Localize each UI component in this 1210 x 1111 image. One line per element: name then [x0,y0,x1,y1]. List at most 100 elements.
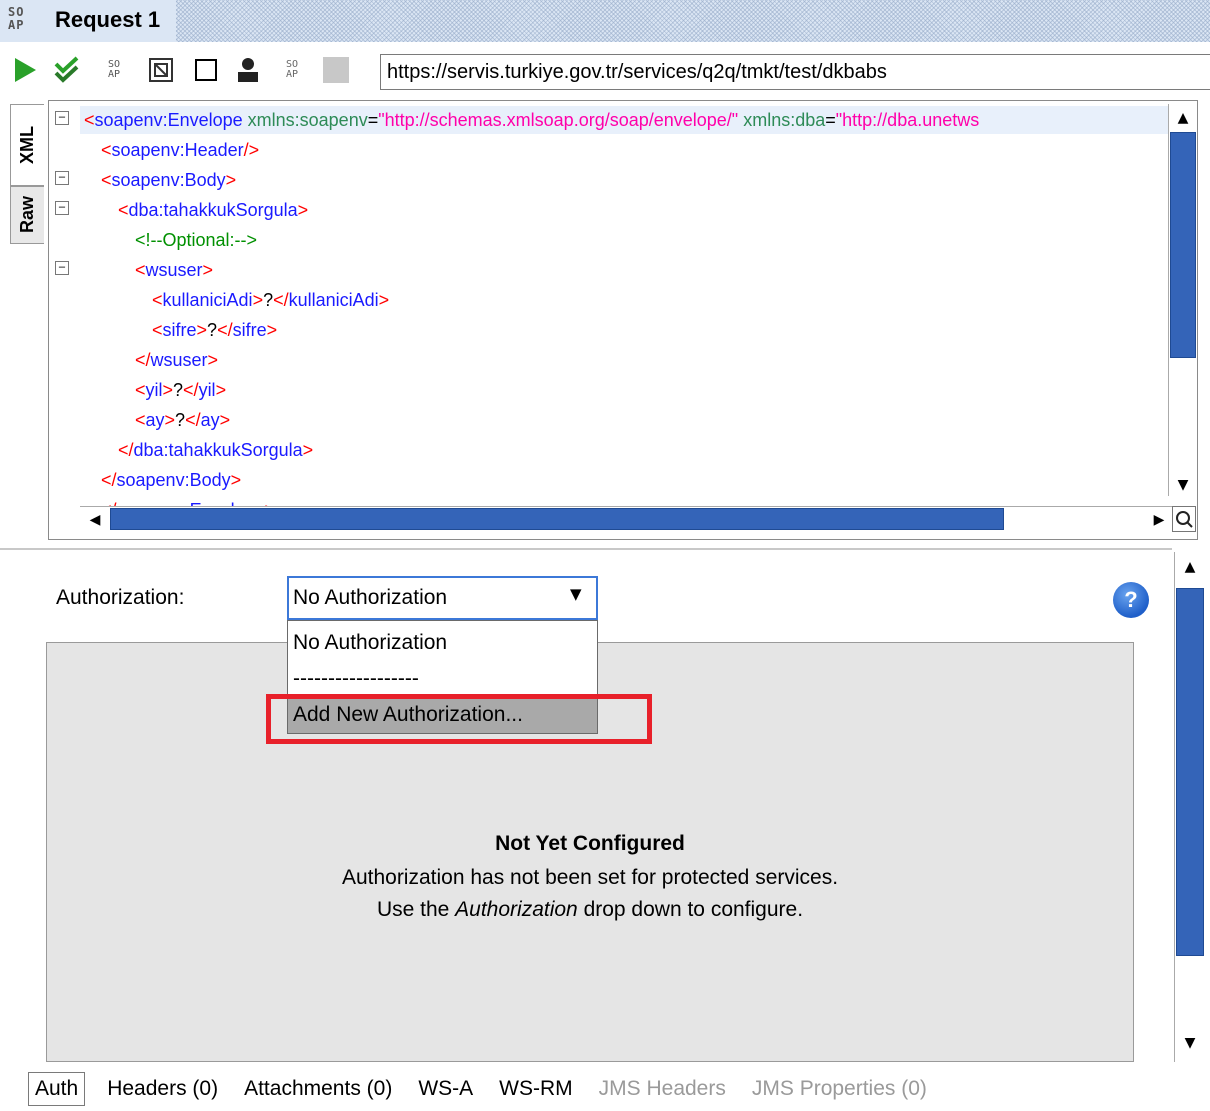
code-token: yil [145,380,163,400]
tab-xml[interactable]: XML [10,104,44,186]
code-line: </soapenv:Body> [101,465,241,495]
code-token: wsuser [145,260,203,280]
endpoint-url-field[interactable]: https://servis.turkiye.gov.tr/services/q… [380,54,1210,90]
code-token: dba:tahakkukSorgula [133,440,303,460]
code-token: ? [175,410,186,430]
code-token: > [164,410,176,430]
code-token: </ [183,380,199,400]
code-line: <dba:tahakkukSorgula> [118,195,308,225]
zoom-icon[interactable] [1172,506,1196,532]
fold-toggle-body[interactable]: − [55,171,69,185]
auth-vscroll-thumb[interactable] [1176,588,1204,956]
chevron-down-icon[interactable]: ▼ [570,585,590,605]
code-token: > [162,380,174,400]
code-token: </ [273,290,289,310]
tab-headers[interactable]: Headers (0) [107,1077,218,1101]
splitter[interactable] [0,548,1172,550]
format-icon[interactable] [146,56,176,84]
scroll-down-icon[interactable]: ▼ [1177,1030,1203,1056]
scroll-down-icon[interactable]: ▼ [1170,472,1196,498]
code-token: <!--Optional:--> [135,230,258,250]
code-token: soapenv:Header [111,140,244,160]
code-token: > [202,260,214,280]
code-line: </soapenv:Envelope> [101,495,275,506]
code-token: "http://dba.unetws [835,110,980,130]
tab-ws-rm[interactable]: WS-RM [499,1077,572,1101]
code-line: <!--Optional:--> [135,225,257,255]
code-token: </ [101,470,117,490]
hint-pre: Use the [376,898,456,921]
scroll-left-icon[interactable]: ◀ [82,507,108,533]
tab-raw[interactable]: Raw [10,186,44,244]
code-token: ? [173,380,184,400]
editor-vscroll-thumb[interactable] [1170,132,1196,358]
code-token: sifre [162,320,197,340]
code-token: < [118,200,129,220]
code-token: < [101,170,112,190]
tab-raw-label: Raw [17,196,37,234]
code-token: = [825,110,836,130]
code-line: </wsuser> [135,345,218,375]
code-token: dba:tahakkukSorgula [128,200,298,220]
code-token: < [135,260,146,280]
user-icon[interactable] [234,56,262,84]
code-token: > [297,200,309,220]
code-token: ay [145,410,165,430]
scroll-up-icon[interactable]: ▲ [1177,554,1203,580]
code-line: <ay>?</ay> [135,405,230,435]
code-token: "http://schemas.xmlsoap.org/soap/envelop… [378,110,739,130]
run-all-icon[interactable] [52,56,82,84]
code-token: soapenv:Body [111,170,226,190]
code-token: wsuser [150,350,208,370]
code-token: < [152,320,163,340]
code-token: ? [207,320,218,340]
scroll-up-icon[interactable]: ▲ [1170,105,1196,131]
authorization-select[interactable]: No Authorization [287,576,598,620]
code-token: kullaniciAdi [162,290,253,310]
code-token: xmlns:dba [738,110,826,130]
fold-toggle-envelope[interactable]: − [55,111,69,125]
dropdown-option-no-auth[interactable]: No Authorization [288,625,597,661]
tab-auth[interactable]: Auth [28,1072,86,1106]
window-title: Request 1 [55,7,161,32]
code-token: sifre [232,320,267,340]
code-token: /> [243,140,260,160]
bottom-tab-bar: Auth Headers (0) Attachments (0) WS-A WS… [28,1068,953,1110]
code-token: < [135,380,146,400]
soap-logo-icon: SO AP [8,5,25,32]
not-configured-hint: Use the Authorization drop down to confi… [0,898,1180,922]
code-line: </dba:tahakkukSorgula> [118,435,313,465]
stop-icon[interactable] [192,56,220,84]
code-token: < [101,140,112,160]
scroll-right-icon[interactable]: ▶ [1146,507,1172,533]
tab-ws-a[interactable]: WS-A [418,1077,473,1101]
play-icon[interactable] [10,56,40,84]
code-token: > [215,380,227,400]
fold-toggle-wsuser[interactable]: − [55,261,69,275]
tab-jms-headers: JMS Headers [598,1077,726,1100]
code-token: soapenv:Body [116,470,231,490]
code-token: </ [185,410,201,430]
code-token: > [219,410,231,430]
code-line: <yil>?</yil> [135,375,226,405]
fold-toggle-tahakkuk[interactable]: − [55,201,69,215]
tab-attachments[interactable]: Attachments (0) [244,1077,392,1101]
code-token: kullaniciAdi [288,290,379,310]
editor-side-tabs: XML Raw [10,104,46,244]
soap-icon[interactable]: SO AP [100,56,128,84]
code-token: soapenv:Envelope [94,110,243,130]
code-token: > [302,440,314,460]
code-line: <soapenv:Body> [101,165,236,195]
code-token: xmlns:soapenv [242,110,368,130]
soap-small-icon[interactable]: SO AP [278,56,306,84]
code-token: > [230,470,242,490]
code-token: < [84,110,95,130]
code-token: = [367,110,379,130]
tab-jms-properties: JMS Properties (0) [751,1077,927,1100]
code-token: < [152,290,163,310]
code-line: <soapenv:Header/> [101,135,259,165]
help-icon[interactable]: ? [1113,582,1149,618]
hint-post: drop down to configure. [577,898,804,921]
editor-hscroll-thumb[interactable] [110,508,1004,530]
xml-code-area[interactable]: <soapenv:Envelope xmlns:soapenv="http://… [80,104,1168,506]
